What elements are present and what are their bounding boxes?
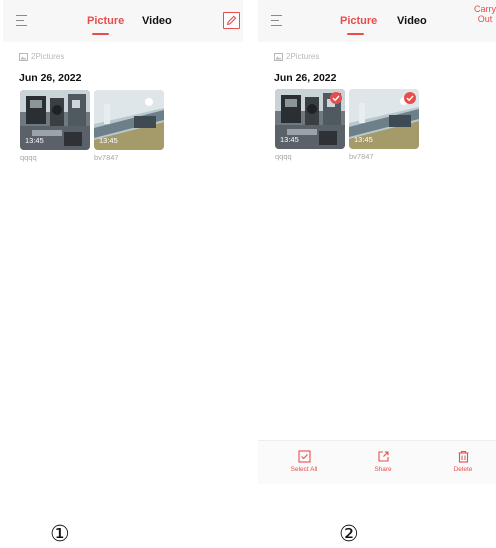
step-marker-1: ① <box>50 522 70 547</box>
photo-time: 13:45 <box>280 135 299 144</box>
tab-picture[interactable]: Picture <box>340 15 377 27</box>
image-icon <box>19 52 28 61</box>
select-all-button[interactable]: Select All <box>274 450 334 473</box>
carry-out-button[interactable]: Carry Out <box>468 4 496 24</box>
check-icon[interactable] <box>330 92 342 104</box>
picture-count: 2Pictures <box>274 52 319 61</box>
trash-icon <box>458 450 468 463</box>
tab-active-underline <box>347 33 364 35</box>
tab-active-underline <box>92 33 109 35</box>
tab-video[interactable]: Video <box>397 15 427 27</box>
picture-count-label: 2Pictures <box>31 52 65 61</box>
date-heading: Jun 26, 2022 <box>19 72 82 84</box>
select-all-icon <box>297 450 311 463</box>
picture-count: 2Pictures <box>19 52 64 61</box>
share-button[interactable]: Share <box>353 450 413 473</box>
photo-thumbnail[interactable]: 13:45 <box>20 90 90 150</box>
menu-icon[interactable] <box>271 15 283 27</box>
photo-name: qqqq <box>20 153 37 162</box>
tab-video[interactable]: Video <box>142 15 172 27</box>
photo-thumbnail-selected[interactable]: 13:45 <box>349 89 419 149</box>
gallery-screen-select: Picture Video Carry Out 2Pictures Jun 26… <box>258 0 496 484</box>
photo-name: bv7847 <box>349 152 374 161</box>
edit-icon[interactable] <box>223 12 240 29</box>
picture-count-label: 2Pictures <box>286 52 320 61</box>
photo-time: 13:45 <box>25 136 44 145</box>
date-heading: Jun 26, 2022 <box>274 72 337 84</box>
select-all-label: Select All <box>290 466 318 473</box>
photo-thumbnail[interactable]: 13:45 <box>94 90 164 150</box>
photo-time: 13:45 <box>354 135 373 144</box>
photo-time: 13:45 <box>99 136 118 145</box>
step-marker-2: ② <box>339 522 359 547</box>
top-bar: Picture Video <box>3 0 243 42</box>
top-bar: Picture Video Carry Out <box>258 0 496 42</box>
menu-icon[interactable] <box>16 15 28 27</box>
gallery-screen-browse: Picture Video 2Pictures Jun 26, 2022 13:… <box>3 0 243 470</box>
check-icon[interactable] <box>404 92 416 104</box>
share-label: Share <box>374 466 392 473</box>
photo-thumbnail-selected[interactable]: 13:45 <box>275 89 345 149</box>
photo-name: bv7847 <box>94 153 119 162</box>
share-icon <box>377 451 389 462</box>
photo-name: qqqq <box>275 152 292 161</box>
delete-label: Delete <box>453 466 473 473</box>
delete-button[interactable]: Delete <box>433 450 493 473</box>
image-icon <box>274 52 283 61</box>
tab-picture[interactable]: Picture <box>87 15 124 27</box>
bottom-action-bar: Select All Share Delete <box>258 440 496 484</box>
